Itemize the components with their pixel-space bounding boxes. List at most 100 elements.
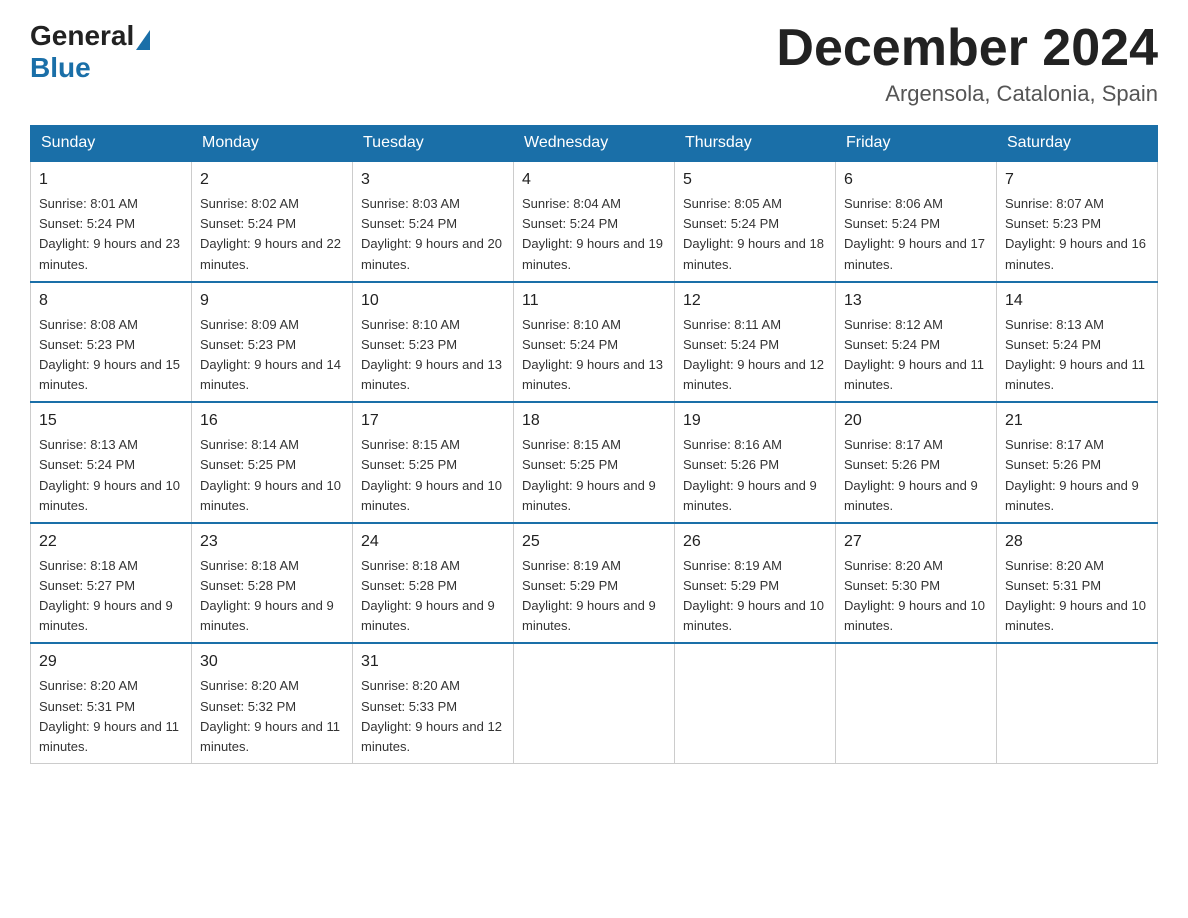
calendar-cell bbox=[514, 643, 675, 763]
calendar-week-row: 15 Sunrise: 8:13 AMSunset: 5:24 PMDaylig… bbox=[31, 402, 1158, 523]
day-info: Sunrise: 8:03 AMSunset: 5:24 PMDaylight:… bbox=[361, 196, 502, 271]
page-header: General Blue December 2024 Argensola, Ca… bbox=[30, 20, 1158, 107]
calendar-cell: 5 Sunrise: 8:05 AMSunset: 5:24 PMDayligh… bbox=[675, 161, 836, 282]
day-number: 11 bbox=[522, 289, 666, 313]
calendar-cell: 7 Sunrise: 8:07 AMSunset: 5:23 PMDayligh… bbox=[997, 161, 1158, 282]
day-info: Sunrise: 8:20 AMSunset: 5:30 PMDaylight:… bbox=[844, 558, 985, 633]
calendar-cell: 10 Sunrise: 8:10 AMSunset: 5:23 PMDaylig… bbox=[353, 282, 514, 403]
day-info: Sunrise: 8:20 AMSunset: 5:32 PMDaylight:… bbox=[200, 678, 340, 753]
day-info: Sunrise: 8:02 AMSunset: 5:24 PMDaylight:… bbox=[200, 196, 341, 271]
day-number: 26 bbox=[683, 530, 827, 554]
day-number: 31 bbox=[361, 650, 505, 674]
calendar-cell: 20 Sunrise: 8:17 AMSunset: 5:26 PMDaylig… bbox=[836, 402, 997, 523]
day-info: Sunrise: 8:15 AMSunset: 5:25 PMDaylight:… bbox=[361, 437, 502, 512]
day-number: 24 bbox=[361, 530, 505, 554]
calendar-cell: 4 Sunrise: 8:04 AMSunset: 5:24 PMDayligh… bbox=[514, 161, 675, 282]
day-info: Sunrise: 8:16 AMSunset: 5:26 PMDaylight:… bbox=[683, 437, 817, 512]
day-number: 27 bbox=[844, 530, 988, 554]
day-info: Sunrise: 8:06 AMSunset: 5:24 PMDaylight:… bbox=[844, 196, 985, 271]
day-info: Sunrise: 8:19 AMSunset: 5:29 PMDaylight:… bbox=[683, 558, 824, 633]
calendar-week-row: 29 Sunrise: 8:20 AMSunset: 5:31 PMDaylig… bbox=[31, 643, 1158, 763]
calendar-week-row: 1 Sunrise: 8:01 AMSunset: 5:24 PMDayligh… bbox=[31, 161, 1158, 282]
day-number: 20 bbox=[844, 409, 988, 433]
day-number: 22 bbox=[39, 530, 183, 554]
calendar-cell: 3 Sunrise: 8:03 AMSunset: 5:24 PMDayligh… bbox=[353, 161, 514, 282]
day-info: Sunrise: 8:04 AMSunset: 5:24 PMDaylight:… bbox=[522, 196, 663, 271]
day-info: Sunrise: 8:10 AMSunset: 5:23 PMDaylight:… bbox=[361, 317, 502, 392]
day-info: Sunrise: 8:11 AMSunset: 5:24 PMDaylight:… bbox=[683, 317, 824, 392]
calendar-cell: 2 Sunrise: 8:02 AMSunset: 5:24 PMDayligh… bbox=[192, 161, 353, 282]
day-number: 4 bbox=[522, 168, 666, 192]
day-number: 17 bbox=[361, 409, 505, 433]
calendar-cell: 13 Sunrise: 8:12 AMSunset: 5:24 PMDaylig… bbox=[836, 282, 997, 403]
calendar-cell: 25 Sunrise: 8:19 AMSunset: 5:29 PMDaylig… bbox=[514, 523, 675, 644]
calendar-cell: 21 Sunrise: 8:17 AMSunset: 5:26 PMDaylig… bbox=[997, 402, 1158, 523]
day-info: Sunrise: 8:20 AMSunset: 5:31 PMDaylight:… bbox=[39, 678, 179, 753]
calendar-cell: 9 Sunrise: 8:09 AMSunset: 5:23 PMDayligh… bbox=[192, 282, 353, 403]
logo-general-text: General bbox=[30, 20, 134, 52]
day-number: 9 bbox=[200, 289, 344, 313]
day-info: Sunrise: 8:05 AMSunset: 5:24 PMDaylight:… bbox=[683, 196, 824, 271]
day-number: 25 bbox=[522, 530, 666, 554]
day-info: Sunrise: 8:07 AMSunset: 5:23 PMDaylight:… bbox=[1005, 196, 1146, 271]
logo-triangle-icon bbox=[136, 30, 150, 50]
logo: General Blue bbox=[30, 20, 152, 84]
day-number: 7 bbox=[1005, 168, 1149, 192]
day-number: 30 bbox=[200, 650, 344, 674]
calendar-cell: 11 Sunrise: 8:10 AMSunset: 5:24 PMDaylig… bbox=[514, 282, 675, 403]
calendar-cell: 18 Sunrise: 8:15 AMSunset: 5:25 PMDaylig… bbox=[514, 402, 675, 523]
calendar-cell bbox=[836, 643, 997, 763]
day-info: Sunrise: 8:17 AMSunset: 5:26 PMDaylight:… bbox=[844, 437, 978, 512]
calendar-cell: 31 Sunrise: 8:20 AMSunset: 5:33 PMDaylig… bbox=[353, 643, 514, 763]
day-info: Sunrise: 8:08 AMSunset: 5:23 PMDaylight:… bbox=[39, 317, 180, 392]
day-number: 14 bbox=[1005, 289, 1149, 313]
day-info: Sunrise: 8:09 AMSunset: 5:23 PMDaylight:… bbox=[200, 317, 341, 392]
calendar-cell bbox=[675, 643, 836, 763]
calendar-header-row: SundayMondayTuesdayWednesdayThursdayFrid… bbox=[31, 126, 1158, 162]
calendar-cell: 29 Sunrise: 8:20 AMSunset: 5:31 PMDaylig… bbox=[31, 643, 192, 763]
calendar-header-thursday: Thursday bbox=[675, 126, 836, 162]
calendar-header-monday: Monday bbox=[192, 126, 353, 162]
calendar-table: SundayMondayTuesdayWednesdayThursdayFrid… bbox=[30, 125, 1158, 764]
day-number: 5 bbox=[683, 168, 827, 192]
calendar-cell: 30 Sunrise: 8:20 AMSunset: 5:32 PMDaylig… bbox=[192, 643, 353, 763]
day-number: 2 bbox=[200, 168, 344, 192]
day-number: 19 bbox=[683, 409, 827, 433]
calendar-cell: 22 Sunrise: 8:18 AMSunset: 5:27 PMDaylig… bbox=[31, 523, 192, 644]
calendar-body: 1 Sunrise: 8:01 AMSunset: 5:24 PMDayligh… bbox=[31, 161, 1158, 763]
calendar-cell: 26 Sunrise: 8:19 AMSunset: 5:29 PMDaylig… bbox=[675, 523, 836, 644]
day-info: Sunrise: 8:19 AMSunset: 5:29 PMDaylight:… bbox=[522, 558, 656, 633]
calendar-cell: 17 Sunrise: 8:15 AMSunset: 5:25 PMDaylig… bbox=[353, 402, 514, 523]
day-number: 23 bbox=[200, 530, 344, 554]
day-number: 28 bbox=[1005, 530, 1149, 554]
day-info: Sunrise: 8:18 AMSunset: 5:28 PMDaylight:… bbox=[200, 558, 334, 633]
day-info: Sunrise: 8:01 AMSunset: 5:24 PMDaylight:… bbox=[39, 196, 180, 271]
day-number: 29 bbox=[39, 650, 183, 674]
calendar-cell: 15 Sunrise: 8:13 AMSunset: 5:24 PMDaylig… bbox=[31, 402, 192, 523]
calendar-cell bbox=[997, 643, 1158, 763]
day-number: 6 bbox=[844, 168, 988, 192]
day-number: 16 bbox=[200, 409, 344, 433]
calendar-cell: 16 Sunrise: 8:14 AMSunset: 5:25 PMDaylig… bbox=[192, 402, 353, 523]
day-info: Sunrise: 8:18 AMSunset: 5:27 PMDaylight:… bbox=[39, 558, 173, 633]
calendar-header-saturday: Saturday bbox=[997, 126, 1158, 162]
day-info: Sunrise: 8:14 AMSunset: 5:25 PMDaylight:… bbox=[200, 437, 341, 512]
day-info: Sunrise: 8:18 AMSunset: 5:28 PMDaylight:… bbox=[361, 558, 495, 633]
day-number: 13 bbox=[844, 289, 988, 313]
day-info: Sunrise: 8:13 AMSunset: 5:24 PMDaylight:… bbox=[39, 437, 180, 512]
location-subtitle: Argensola, Catalonia, Spain bbox=[776, 81, 1158, 107]
day-info: Sunrise: 8:12 AMSunset: 5:24 PMDaylight:… bbox=[844, 317, 984, 392]
calendar-cell: 28 Sunrise: 8:20 AMSunset: 5:31 PMDaylig… bbox=[997, 523, 1158, 644]
calendar-header-wednesday: Wednesday bbox=[514, 126, 675, 162]
calendar-header-sunday: Sunday bbox=[31, 126, 192, 162]
day-info: Sunrise: 8:13 AMSunset: 5:24 PMDaylight:… bbox=[1005, 317, 1145, 392]
day-info: Sunrise: 8:15 AMSunset: 5:25 PMDaylight:… bbox=[522, 437, 656, 512]
day-number: 18 bbox=[522, 409, 666, 433]
day-info: Sunrise: 8:17 AMSunset: 5:26 PMDaylight:… bbox=[1005, 437, 1139, 512]
day-number: 12 bbox=[683, 289, 827, 313]
calendar-cell: 19 Sunrise: 8:16 AMSunset: 5:26 PMDaylig… bbox=[675, 402, 836, 523]
calendar-header-tuesday: Tuesday bbox=[353, 126, 514, 162]
day-info: Sunrise: 8:20 AMSunset: 5:33 PMDaylight:… bbox=[361, 678, 502, 753]
calendar-header-friday: Friday bbox=[836, 126, 997, 162]
day-number: 21 bbox=[1005, 409, 1149, 433]
